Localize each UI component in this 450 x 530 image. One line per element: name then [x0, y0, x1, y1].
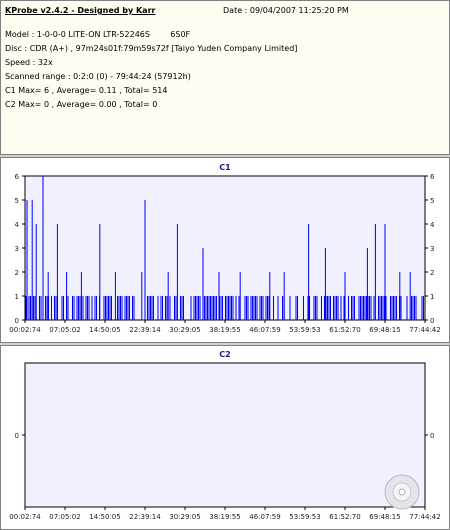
x-tick-label: 30:29:05: [169, 513, 200, 521]
x-tick-label: 61:52:70: [329, 513, 360, 521]
y-tick-label: 5: [430, 197, 434, 205]
y-tick-label: 3: [430, 245, 434, 253]
x-tick-label: 77:44:42: [409, 326, 440, 334]
y-tick-label: 0: [15, 432, 19, 440]
x-tick-label: 38:19:55: [209, 513, 240, 521]
disc-hole: [398, 488, 406, 496]
scan-speed: Speed : 32x: [5, 58, 53, 67]
x-tick-label: 00:02:74: [9, 513, 41, 521]
x-tick-label: 53:59:53: [289, 513, 320, 521]
x-tick-label: 22:39:14: [129, 326, 161, 334]
chart-title: C2: [219, 350, 230, 359]
y-tick-label: 1: [430, 293, 434, 301]
y-tick-label: 1: [15, 293, 19, 301]
c1-summary: C1 Max= 6 , Average= 0.11 , Total= 514: [5, 86, 168, 95]
y-tick-label: 4: [15, 221, 20, 229]
y-tick-label: 2: [430, 269, 434, 277]
x-tick-label: 77:44:42: [409, 513, 440, 521]
y-tick-label: 0: [15, 317, 19, 325]
y-tick-label: 4: [430, 221, 435, 229]
y-tick-label: 6: [430, 173, 435, 181]
drive-model: Model : 1-0-0-0 LITE-ON LTR-52246S 6S0F: [5, 30, 191, 39]
chart-title: C1: [219, 163, 231, 172]
c2-summary: C2 Max= 0 , Average= 0.00 , Total= 0: [5, 100, 158, 109]
x-tick-label: 69:48:15: [369, 326, 400, 334]
c2-chart: C2 0 0 00:02:74 07:05:02 14:50:05 22:39:14 30:2…: [9, 350, 440, 521]
y-tick-label: 2: [15, 269, 19, 277]
x-tick-label: 30:29:05: [169, 326, 200, 334]
x-tick-label: 07:05:02: [49, 326, 80, 334]
c2-chart-panel: C2 0 0 00:02:74 07:05:02 14:50:05 22:39:14 30:2…: [0, 345, 450, 530]
c1-chart: C1 0 0 1 1 2 2 3 3 4 4 5 5 6 6 00:02:74 07:05:02 14:50:05…: [9, 163, 440, 334]
c1-chart-panel: C1 0 0 1 1 2 2 3 3 4 4 5 5 6 6 00:02:74 07:05:02 14:50:05…: [0, 157, 450, 343]
x-tick-label: 53:59:53: [289, 326, 320, 334]
x-tick-label: 22:39:14: [129, 513, 161, 521]
disc-info: Disc : CDR (A+) , 97m24s01f:79m59s72f [T…: [5, 44, 298, 53]
x-tick-label: 07:05:02: [49, 513, 80, 521]
info-panel: KProbe v2.4.2 - Designed by Karr Date : …: [0, 0, 450, 155]
x-tick-label: 69:48:15: [369, 513, 400, 521]
y-tick-label: 5: [15, 197, 19, 205]
y-tick-label: 6: [15, 173, 20, 181]
y-tick-label: 0: [430, 432, 434, 440]
scan-date: Date : 09/04/2007 11:25:20 PM: [223, 6, 349, 15]
app-title: KProbe v2.4.2 - Designed by Karr: [5, 6, 156, 15]
disc-watermark-icon: [384, 474, 420, 510]
scanned-range: Scanned range : 0:2:0 (0) - 79:44:24 (57…: [5, 72, 191, 81]
plot-area: [24, 362, 426, 508]
x-tick-label: 46:07:59: [249, 513, 280, 521]
x-tick-label: 61:52:70: [329, 326, 360, 334]
x-tick-label: 14:50:05: [89, 326, 120, 334]
x-tick-label: 38:19:55: [209, 326, 240, 334]
y-tick-label: 0: [430, 317, 434, 325]
x-tick-label: 14:50:05: [89, 513, 120, 521]
x-tick-label: 00:02:74: [9, 326, 41, 334]
x-tick-label: 46:07:59: [249, 326, 280, 334]
y-tick-label: 3: [15, 245, 19, 253]
